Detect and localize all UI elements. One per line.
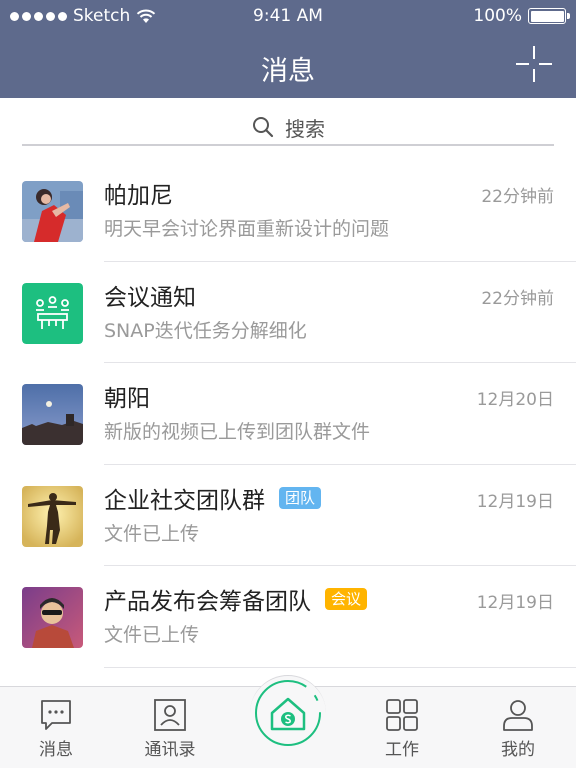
nav-bar: 消息 xyxy=(0,32,576,98)
conversation-item[interactable]: 企业社交团队群 团队 文件已上传 12月19日 xyxy=(0,465,576,567)
message-preview: 文件已上传 xyxy=(104,522,200,545)
search-icon xyxy=(253,117,274,138)
avatar xyxy=(22,587,83,648)
conversation-item[interactable]: 会议通知 SNAP迭代任务分解细化 22分钟前 xyxy=(0,262,576,364)
avatar xyxy=(22,384,83,445)
avatar xyxy=(22,485,83,547)
tab-contacts[interactable]: 通讯录 xyxy=(120,687,220,768)
conversation-item[interactable]: 朝阳 新版的视频已上传到团队群文件 12月20日 xyxy=(0,363,576,465)
search-placeholder: 搜索 xyxy=(285,116,325,141)
contact-name: 朝阳 xyxy=(104,386,150,412)
tab-bar: 消息 通讯录 工作 我的 xyxy=(0,675,576,768)
conversation-item[interactable]: 帕加尼 明天早会讨论界面重新设计的问题 22分钟前 xyxy=(0,160,576,262)
person-icon xyxy=(503,700,533,731)
tab-label: 消息 xyxy=(39,740,73,760)
meeting-icon xyxy=(22,282,83,344)
contacts-icon xyxy=(154,699,186,731)
tab-messages[interactable]: 消息 xyxy=(6,687,106,768)
contact-name: 会议通知 xyxy=(104,284,196,311)
battery-status: 100% xyxy=(473,6,570,26)
conversation-item[interactable]: 产品发布会筹备团队 会议 文件已上传 12月19日 xyxy=(0,566,576,668)
tab-profile[interactable]: 我的 xyxy=(468,687,568,768)
conversation-list: 帕加尼 明天早会讨论界面重新设计的问题 22分钟前 会议通知 SNAP迭代任务分… xyxy=(0,160,576,668)
tab-label: 我的 xyxy=(501,740,535,760)
name-row: 产品发布会筹备团队 会议 xyxy=(104,582,368,616)
message-time: 22分钟前 xyxy=(481,187,554,207)
message-time: 12月20日 xyxy=(476,390,554,410)
page-title: 消息 xyxy=(261,56,315,87)
contact-name: 企业社交团队群 xyxy=(104,487,265,514)
name-row: 企业社交团队群 团队 xyxy=(104,481,322,515)
search-input[interactable]: 搜索 xyxy=(22,110,554,146)
name-row: 帕加尼 xyxy=(104,176,173,210)
contact-name: 帕加尼 xyxy=(104,183,173,209)
message-time: 22分钟前 xyxy=(481,288,554,309)
battery-icon xyxy=(528,8,570,24)
avatar xyxy=(22,181,83,242)
home-logo-icon[interactable] xyxy=(250,675,326,751)
plus-icon[interactable] xyxy=(514,44,554,84)
message-preview: 新版的视频已上传到团队群文件 xyxy=(104,421,371,443)
message-preview: SNAP迭代任务分解细化 xyxy=(104,319,307,342)
contact-name: 产品发布会筹备团队 xyxy=(104,589,311,615)
chat-icon xyxy=(41,700,71,730)
grid-icon xyxy=(386,699,418,731)
status-bar: Sketch 9:41 AM 100% xyxy=(0,0,576,32)
team-tag: 团队 xyxy=(279,486,322,509)
name-row: 会议通知 xyxy=(104,278,196,312)
message-preview: 文件已上传 xyxy=(104,624,200,646)
message-preview: 明天早会讨论界面重新设计的问题 xyxy=(104,218,390,240)
tab-label: 通讯录 xyxy=(144,740,196,760)
battery-level xyxy=(530,10,564,22)
tab-label: 工作 xyxy=(385,740,419,760)
search-area: 搜索 xyxy=(0,98,576,160)
message-time: 12月19日 xyxy=(476,491,554,512)
name-row: 朝阳 xyxy=(104,379,150,413)
meeting-tag: 会议 xyxy=(325,588,368,610)
battery-percent: 100% xyxy=(473,6,522,26)
message-time: 12月19日 xyxy=(476,593,554,613)
tab-work[interactable]: 工作 xyxy=(352,687,452,768)
